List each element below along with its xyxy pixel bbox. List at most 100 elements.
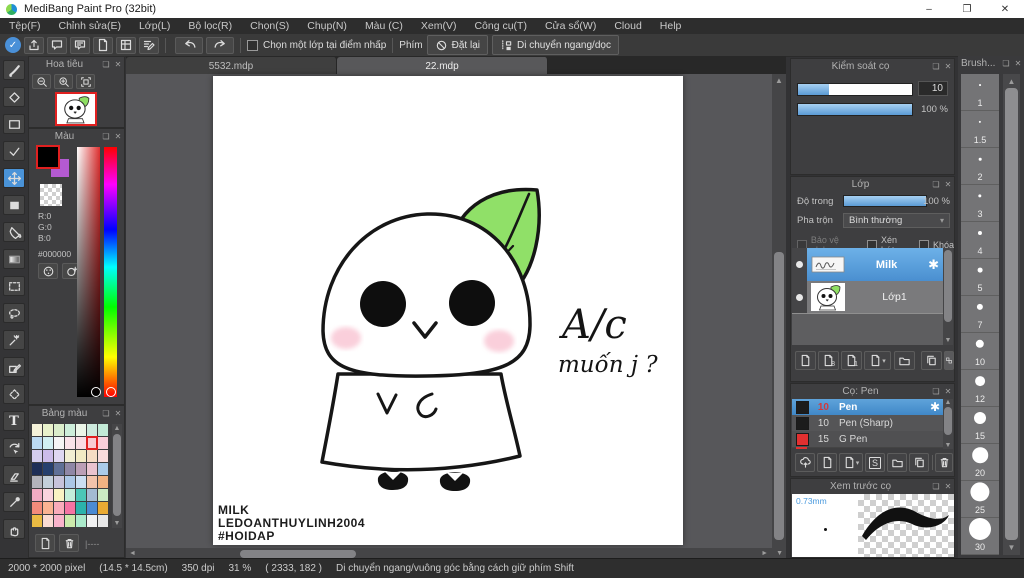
brush-size-item[interactable]: 25 [961,481,999,518]
palette-swatch[interactable] [87,515,97,527]
magic-wand-tool[interactable] [3,330,25,350]
fit-view-button[interactable] [76,74,95,89]
menu-item[interactable]: Chỉnh sửa(E) [50,18,130,34]
close-icon[interactable]: ✕ [112,60,124,69]
brush-size-item[interactable]: 2 [961,148,999,185]
palette-swatch[interactable] [87,476,97,488]
scroll-right-icon[interactable]: ► [761,550,768,557]
sv-cursor[interactable] [91,387,101,397]
popout-icon[interactable]: ❏ [930,387,942,396]
palette-swatch[interactable] [65,463,75,475]
new-brush-button[interactable] [817,453,837,472]
palette-scrollbar[interactable]: ▲ ▼ [112,424,122,528]
material-panel-button[interactable] [116,36,136,54]
menu-item[interactable]: Công cụ(T) [465,18,536,34]
palette-swatch[interactable] [98,502,108,514]
brush-row-gpen[interactable]: 15 G Pen [792,431,944,448]
palette-swatch[interactable] [76,437,86,449]
palette-swatch[interactable] [65,450,75,462]
scroll-down-icon[interactable]: ▼ [943,442,953,449]
palette-swatch[interactable] [98,489,108,501]
scroll-up-icon[interactable]: ▲ [112,425,122,432]
palette-swatch[interactable] [54,463,64,475]
palette-swatch[interactable] [54,502,64,514]
palette-swatch[interactable] [87,463,97,475]
palette-swatch[interactable] [54,450,64,462]
palette-swatch[interactable] [76,450,86,462]
palette-swatch[interactable] [87,502,97,514]
text-tool[interactable]: T [3,411,25,431]
palette-swatch[interactable] [43,515,53,527]
confirm-tool[interactable] [3,141,25,161]
close-icon[interactable]: ✕ [112,132,124,141]
scrollbar-thumb[interactable] [113,434,121,516]
scrollbar-thumb[interactable] [774,252,784,540]
scrollbar-thumb[interactable] [944,407,952,435]
brush-size-scrollbar[interactable]: ▲ ▼ [1003,74,1020,555]
hand-tool[interactable] [3,519,25,539]
document-button[interactable] [93,36,113,54]
gear-icon[interactable]: ✱ [928,257,939,273]
menu-item[interactable]: Chọn(S) [241,18,298,34]
palette-swatch[interactable] [65,424,75,436]
palette-swatch[interactable] [43,437,53,449]
menu-item[interactable]: Lớp(L) [130,18,179,34]
shape-tool[interactable] [3,114,25,134]
palette-swatch[interactable] [54,424,64,436]
select-tool-check-icon[interactable]: ✓ [5,37,21,53]
delete-swatch-button[interactable] [59,534,79,552]
tab-22[interactable]: 22.mdp [337,57,548,75]
palette-swatch[interactable] [98,450,108,462]
brush-size-item[interactable]: 7 [961,296,999,333]
palette-swatch[interactable] [76,489,86,501]
palette-swatch[interactable] [32,502,42,514]
scrollbar-thumb[interactable] [240,550,356,558]
menu-item[interactable]: Chụp(N) [298,18,356,34]
select-eraser-tool[interactable] [3,384,25,404]
add-layer-menu-button[interactable]: ▾ [864,351,891,370]
popout-icon[interactable]: ❏ [100,409,112,418]
select-tool[interactable] [3,276,25,296]
popout-icon[interactable]: ❏ [100,60,112,69]
close-icon[interactable]: ✕ [942,62,954,71]
palette-swatch[interactable] [32,463,42,475]
palette-swatch[interactable] [54,476,64,488]
transparent-color-swatch[interactable] [40,184,62,206]
minimize-button[interactable]: – [910,0,948,18]
new-1bit-layer-button[interactable]: 1 [841,351,862,370]
palette-swatch[interactable] [32,424,42,436]
brush-size-item[interactable]: 20 [961,444,999,481]
script-brush-button[interactable]: S [865,453,885,472]
tab-5532[interactable]: 5532.mdp [126,57,337,75]
close-icon[interactable]: ✕ [112,409,124,418]
close-icon[interactable]: ✕ [942,482,954,491]
palette-swatch[interactable] [98,515,108,527]
brush-size-item[interactable]: 10 [961,333,999,370]
undo-button[interactable] [175,36,203,54]
menu-item[interactable]: Cửa sổ(W) [536,18,605,34]
close-icon[interactable]: ✕ [942,180,954,189]
palette-swatch[interactable] [43,489,53,501]
brush-size-item[interactable]: 30 [961,518,999,555]
hue-cursor[interactable] [106,387,116,397]
scroll-up-icon[interactable]: ▲ [772,76,786,85]
popout-icon[interactable]: ❏ [1000,59,1012,68]
hue-bar[interactable] [104,147,117,397]
brush-scrollbar[interactable]: ▲ ▼ [943,399,953,449]
scroll-up-icon[interactable]: ▲ [1003,77,1020,86]
bucket-tool[interactable] [3,222,25,242]
brush-size-item[interactable]: 1 [961,74,999,111]
palette-swatch[interactable] [32,437,42,449]
layer-opacity-slider[interactable] [843,195,927,207]
move-constraint-button[interactable]: Di chuyển ngang/dọc [492,35,619,55]
zoom-out-button[interactable] [32,74,51,89]
brush-size-item[interactable]: 12 [961,370,999,407]
brush-opacity-slider[interactable] [797,103,913,116]
scroll-up-icon[interactable]: ▲ [943,399,953,406]
popout-icon[interactable]: ❏ [930,62,942,71]
palette-swatch[interactable] [76,515,86,527]
popout-icon[interactable]: ❏ [930,482,942,491]
palette-swatch[interactable] [98,437,108,449]
fill-rect-tool[interactable] [3,195,25,215]
close-button[interactable]: ✕ [986,0,1024,18]
